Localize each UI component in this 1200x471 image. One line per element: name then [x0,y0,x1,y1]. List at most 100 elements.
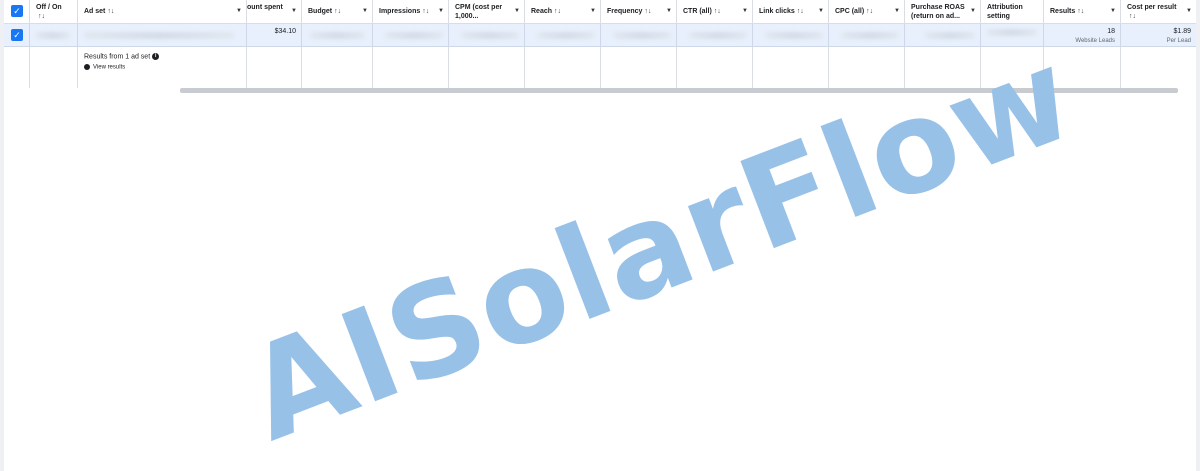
sort-icon[interactable]: ↑↓ [797,8,804,15]
header-link-clicks[interactable]: Link clicks ↑↓ ▼ [753,0,829,23]
chevron-down-icon[interactable]: ▼ [970,7,976,16]
sort-icon[interactable]: ↑↓ [644,8,651,15]
cost-per-result-value: $1.89 [1173,28,1191,35]
header-label: CPM (cost per 1,000... [455,4,503,20]
summary-cell [753,47,829,88]
chevron-down-icon[interactable]: ▼ [438,7,444,16]
chevron-down-icon[interactable]: ▼ [514,7,520,16]
header-label: Results [1050,8,1076,15]
results-cell: 18 Website Leads [1044,24,1121,47]
summary-title: Results from 1 ad set i [84,53,160,61]
header-label: Ad set [84,8,106,15]
cpc-cell [829,24,905,46]
chevron-down-icon[interactable]: ▼ [1186,7,1192,16]
summary-cell [373,47,449,88]
view-results-link[interactable]: View results [84,64,125,71]
chevron-down-icon[interactable]: ▼ [590,7,596,16]
summary-cell [601,47,677,88]
amount-spent-cell: $34.10 [247,24,302,46]
chevron-down-icon[interactable]: ▼ [236,7,242,16]
redacted-budget [310,32,365,39]
header-label: Frequency [607,8,643,15]
purchase-roas-cell [905,24,981,46]
sort-icon[interactable]: ↑↓ [38,13,45,20]
amount-spent-value: $34.10 [274,28,296,35]
row-checkbox[interactable]: ✓ [11,29,23,41]
header-label: ount spent [247,4,283,11]
redacted-frequency [613,32,671,39]
frequency-cell [601,24,677,46]
header-select-all[interactable]: ✓ [4,0,30,23]
sort-icon[interactable]: ↑↓ [714,8,721,15]
sort-icon[interactable]: ↑↓ [866,8,873,15]
chevron-down-icon[interactable]: ▼ [818,7,824,16]
header-results[interactable]: Results ↑↓ ▼ [1044,0,1121,23]
summary-cell [302,47,373,88]
summary-title-text: Results from 1 ad set [84,53,151,61]
results-type: Website Leads [1075,38,1115,44]
sort-icon[interactable]: ↑↓ [107,8,114,15]
redacted-ctr [689,32,747,39]
cost-per-result-cell: $1.89 Per Lead [1121,24,1196,46]
impressions-cell [373,24,449,46]
results-value: 18 [1107,28,1115,35]
chevron-down-icon[interactable]: ▼ [894,7,900,16]
redacted-impressions [385,32,443,39]
toggle-cell[interactable] [30,24,78,46]
eye-icon [84,64,90,70]
redacted-cpm [461,32,519,39]
header-attribution-setting[interactable]: Attribution setting [981,0,1044,23]
summary-spacer [30,47,78,88]
header-cpc[interactable]: CPC (all) ↑↓ ▼ [829,0,905,23]
header-purchase-roas[interactable]: Purchase ROAS (return on ad... ▼ [905,0,981,23]
redacted-reach [537,32,595,39]
chevron-down-icon[interactable]: ▼ [742,7,748,16]
info-icon[interactable]: i [152,53,160,60]
summary-label-cell: Results from 1 ad set i View results [78,47,247,88]
redacted-ad-set-name[interactable] [84,32,234,39]
header-off-on[interactable]: Off / On ↑↓ [30,0,78,23]
redacted-cpc [841,32,899,39]
header-ctr[interactable]: CTR (all) ↑↓ ▼ [677,0,753,23]
header-amount-spent[interactable]: ount spent ▼ [247,0,302,23]
ad-set-name-cell[interactable] [78,24,247,46]
budget-cell [302,24,373,46]
header-label: CPC (all) [835,8,865,15]
chevron-down-icon[interactable]: ▼ [1110,7,1116,16]
header-ad-set[interactable]: Ad set ↑↓ ▼ [78,0,247,23]
sort-icon[interactable]: ↑↓ [554,8,561,15]
chevron-down-icon[interactable]: ▼ [666,7,672,16]
header-budget[interactable]: Budget ↑↓ ▼ [302,0,373,23]
chevron-down-icon[interactable]: ▼ [362,7,368,16]
header-label: Cost per result [1127,4,1177,11]
select-all-checkbox[interactable]: ✓ [11,5,23,17]
header-label: Link clicks [759,8,795,15]
header-reach[interactable]: Reach ↑↓ ▼ [525,0,601,23]
header-label: Reach [531,8,553,15]
redacted-purchase-roas [925,32,975,39]
header-label: CTR (all) [683,8,712,15]
sort-icon[interactable]: ↑↓ [1077,8,1084,15]
header-cost-per-result[interactable]: Cost per result ↑↓ ▼ [1121,0,1196,23]
header-impressions[interactable]: Impressions ↑↓ ▼ [373,0,449,23]
header-cpm[interactable]: CPM (cost per 1,000... ▼ [449,0,525,23]
table-header: ✓ Off / On ↑↓ Ad set ↑↓ ▼ ount spent ▼ Bu… [4,0,1196,24]
header-label: Attribution setting [987,4,1023,20]
summary-cell [449,47,525,88]
summary-cell [247,47,302,88]
header-label: Impressions [379,8,421,15]
redacted-toggle[interactable] [36,32,70,39]
sort-icon[interactable]: ↑↓ [334,8,341,15]
sort-icon[interactable]: ↑↓ [422,8,429,15]
redacted-link-clicks [765,32,823,39]
chevron-down-icon[interactable]: ▼ [291,7,297,16]
sort-icon[interactable]: ↑↓ [1129,13,1136,20]
summary-spacer [4,47,30,88]
reach-cell [525,24,601,46]
summary-cell [525,47,601,88]
ctr-cell [677,24,753,46]
header-label: Purchase ROAS (return on ad... [911,4,965,20]
row-select-cell[interactable]: ✓ [4,24,30,46]
header-frequency[interactable]: Frequency ↑↓ ▼ [601,0,677,23]
view-results-label: View results [93,64,126,71]
